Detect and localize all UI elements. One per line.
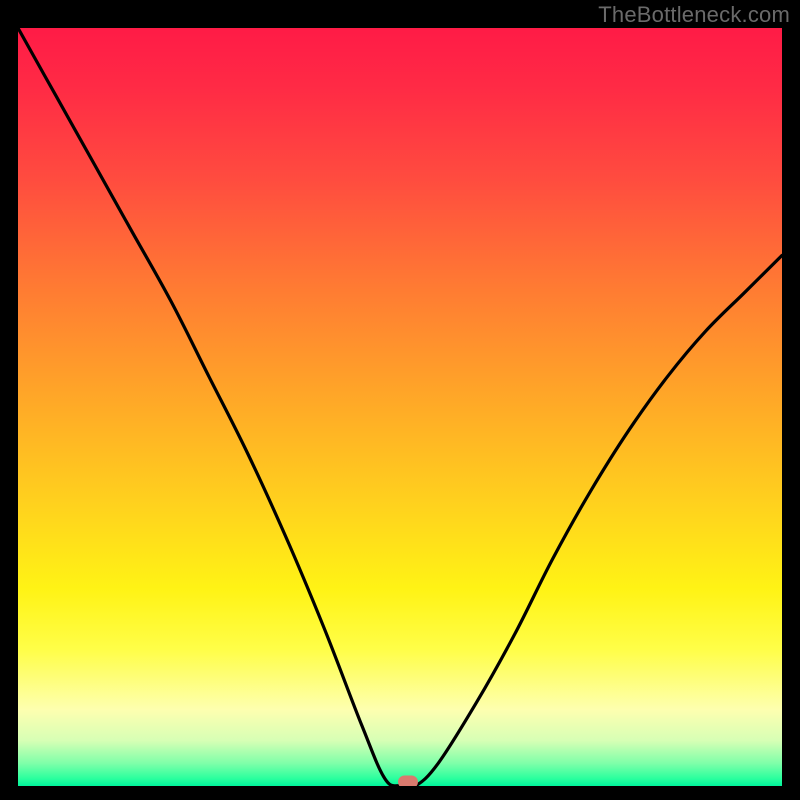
watermark-text: TheBottleneck.com <box>598 2 790 28</box>
chart-frame: TheBottleneck.com <box>0 0 800 800</box>
bottleneck-curve <box>18 28 782 786</box>
optimal-point-marker <box>398 776 418 786</box>
plot-area <box>18 28 782 786</box>
